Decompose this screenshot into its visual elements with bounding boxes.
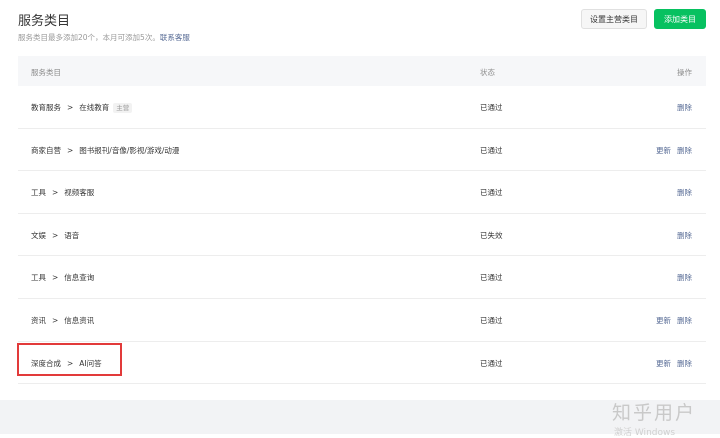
row-actions: 删除 <box>671 102 692 113</box>
table-row: 文娱 > 语音 已失效 删除 <box>18 214 706 257</box>
status-text: 已通过 <box>480 145 503 155</box>
highlight-annotation-box <box>17 343 122 376</box>
category-path: 教育服务 > 在线教育 主营 <box>31 102 133 113</box>
subtitle-text: 服务类目最多添加20个，本月可添加5次。 <box>18 33 160 42</box>
parent-category: 商家自营 <box>31 145 61 155</box>
column-category: 服务类目 <box>31 68 61 77</box>
delete-link[interactable]: 删除 <box>677 103 692 112</box>
category-path: 文娱 > 语音 <box>31 230 79 241</box>
child-category: 信息资讯 <box>64 315 95 325</box>
page-title: 服务类目 <box>18 14 71 29</box>
child-category: 视频客服 <box>64 188 95 198</box>
row-actions: 删除 <box>671 230 692 241</box>
primary-tag: 主营 <box>113 103 133 113</box>
table-row: 商家自营 > 图书报刊/音像/影视/游戏/动漫 已通过 更新 删除 <box>18 129 706 172</box>
update-link[interactable]: 更新 <box>656 359 671 368</box>
contact-support-link[interactable]: 联系客服 <box>160 33 190 42</box>
path-separator: > <box>67 103 74 112</box>
page-header: 服务类目 服务类目最多添加20个，本月可添加5次。联系客服 设置主营类目 添加类… <box>0 0 720 56</box>
child-category: 图书报刊/音像/影视/游戏/动漫 <box>79 145 180 155</box>
row-actions: 删除 <box>671 272 692 283</box>
delete-link[interactable]: 删除 <box>677 231 692 240</box>
category-path: 商家自营 > 图书报刊/音像/影视/游戏/动漫 <box>31 145 179 156</box>
parent-category: 工具 <box>31 188 46 198</box>
table-row: 工具 > 视频客服 已通过 删除 <box>18 171 706 214</box>
delete-link[interactable]: 删除 <box>677 316 692 325</box>
path-separator: > <box>52 315 59 325</box>
status-text: 已通过 <box>480 188 503 198</box>
row-actions: 更新 删除 <box>650 358 692 369</box>
child-category: 语音 <box>64 230 80 240</box>
delete-link[interactable]: 删除 <box>677 146 692 155</box>
category-path: 工具 > 视频客服 <box>31 187 94 198</box>
table-header: 服务类目 状态 操作 <box>18 56 706 86</box>
parent-category: 工具 <box>31 273 46 283</box>
status-text: 已通过 <box>480 273 503 283</box>
category-table: 服务类目 状态 操作 教育服务 > 在线教育 主营 已通过 删除 商家自营 > 图书报刊/… <box>18 56 706 385</box>
path-separator: > <box>52 188 59 198</box>
child-category: 信息查询 <box>64 273 95 283</box>
child-category: 在线教育 <box>79 103 110 112</box>
column-actions: 操作 <box>677 68 692 77</box>
page-subtitle: 服务类目最多添加20个，本月可添加5次。联系客服 <box>18 32 190 43</box>
delete-link[interactable]: 删除 <box>677 188 692 197</box>
parent-category: 资讯 <box>31 315 46 325</box>
zhihu-watermark: 知乎用户 <box>612 402 697 424</box>
set-primary-category-button[interactable]: 设置主营类目 <box>581 9 647 29</box>
update-link[interactable]: 更新 <box>656 316 671 325</box>
path-separator: > <box>52 230 59 240</box>
parent-category: 教育服务 <box>31 103 61 112</box>
status-text: 已失效 <box>480 230 503 240</box>
delete-link[interactable]: 删除 <box>677 359 692 368</box>
add-category-button[interactable]: 添加类目 <box>654 9 706 29</box>
status-text: 已通过 <box>480 358 503 368</box>
path-separator: > <box>52 273 59 283</box>
status-text: 已通过 <box>480 103 503 112</box>
status-text: 已通过 <box>480 315 503 325</box>
category-path: 工具 > 信息查询 <box>31 272 94 283</box>
delete-link[interactable]: 删除 <box>677 273 692 282</box>
column-status: 状态 <box>480 68 495 77</box>
category-path: 资讯 > 信息资讯 <box>31 315 94 326</box>
row-actions: 更新 删除 <box>650 145 692 156</box>
table-row: 资讯 > 信息资讯 已通过 更新 删除 <box>18 299 706 342</box>
table-row: 教育服务 > 在线教育 主营 已通过 删除 <box>18 86 706 129</box>
row-actions: 删除 <box>671 187 692 198</box>
row-actions: 更新 删除 <box>650 315 692 326</box>
update-link[interactable]: 更新 <box>656 146 671 155</box>
table-row: 工具 > 信息查询 已通过 删除 <box>18 256 706 299</box>
path-separator: > <box>67 145 74 155</box>
windows-activation-mark: 激活 Windows <box>614 428 676 438</box>
parent-category: 文娱 <box>31 230 46 240</box>
